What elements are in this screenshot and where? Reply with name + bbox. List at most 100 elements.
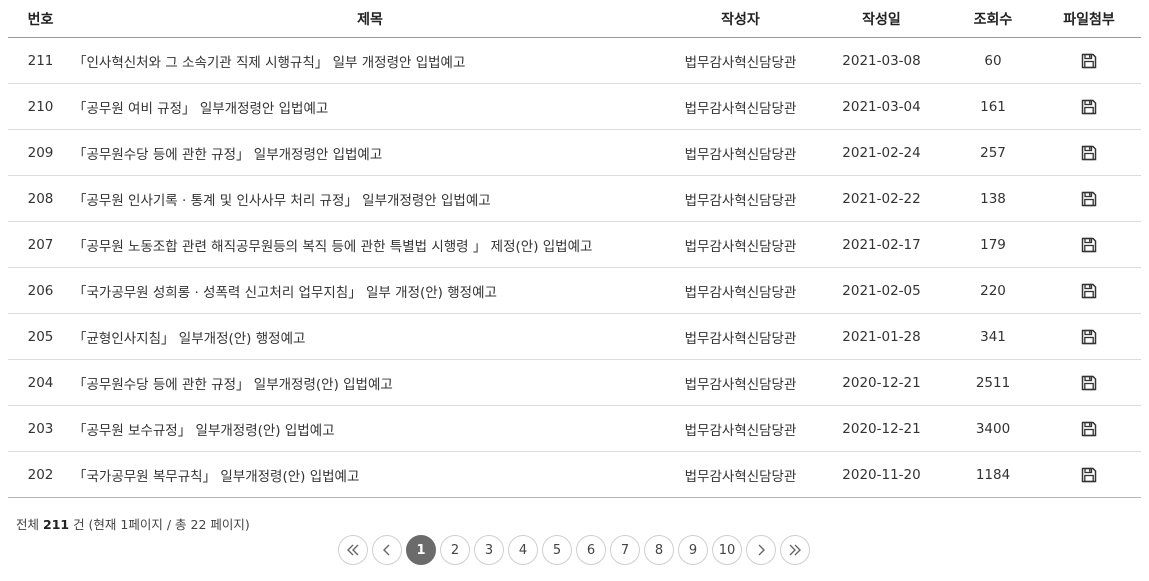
row-views: 341: [949, 313, 1037, 360]
row-date: 2021-02-24: [814, 129, 949, 176]
double-chevron-right-icon: [789, 544, 801, 556]
result-summary: 전체 211 건 (현재 1페이지 / 총 22 페이지): [16, 514, 250, 533]
chevron-left-icon: [383, 544, 390, 556]
post-title-link[interactable]: 「공무원 노동조합 관련 해직공무원등의 복직 등에 관한 특별법 시행령 」 …: [73, 239, 592, 255]
page-button-4[interactable]: 4: [508, 535, 538, 565]
row-views: 220: [949, 267, 1037, 314]
row-attachment: [1037, 405, 1141, 452]
save-disk-icon[interactable]: [1081, 53, 1097, 69]
row-attachment: [1037, 129, 1141, 176]
post-title-link[interactable]: 「공무원수당 등에 관한 규정」 일부개정령안 입법예고: [73, 147, 382, 163]
board-list: 번호 제목 작성자 작성일 조회수 파일첨부 211 「인사혁신처와 그 소속기관…: [8, 0, 1141, 498]
row-number: 207: [8, 221, 73, 268]
table-row: 211 「인사혁신처와 그 소속기관 직제 시행규칙」 일부 개정령안 입법예고 법…: [8, 37, 1141, 84]
header-views: 조회수: [949, 0, 1037, 38]
row-views: 1184: [949, 451, 1037, 498]
row-number: 204: [8, 359, 73, 406]
summary-total: 211: [43, 517, 70, 532]
row-attachment: [1037, 451, 1141, 498]
page-button-1[interactable]: 1: [406, 535, 436, 565]
header-date: 작성일: [814, 0, 949, 38]
save-disk-icon[interactable]: [1081, 329, 1097, 345]
page-button-7[interactable]: 7: [610, 535, 640, 565]
header-title: 제목: [73, 0, 667, 38]
row-number: 211: [8, 37, 73, 84]
next-page-button[interactable]: [746, 535, 776, 565]
post-title-link[interactable]: 「인사혁신처와 그 소속기관 직제 시행규칙」 일부 개정령안 입법예고: [73, 55, 465, 71]
header-attachment: 파일첨부: [1037, 0, 1141, 38]
chevron-right-icon: [758, 544, 765, 556]
table-row: 205 「균형인사지침」 일부개정(안) 행정예고 법무감사혁신담당관 2021-01…: [8, 313, 1141, 360]
row-views: 179: [949, 221, 1037, 268]
table-row: 210 「공무원 여비 규정」 일부개정령안 입법예고 법무감사혁신담당관 2021-…: [8, 83, 1141, 130]
row-date: 2021-01-28: [814, 313, 949, 360]
page-button-10[interactable]: 10: [712, 535, 742, 565]
row-author: 법무감사혁신담당관: [667, 221, 814, 268]
row-attachment: [1037, 221, 1141, 268]
save-disk-icon[interactable]: [1081, 375, 1097, 391]
row-title-cell: 「공무원 여비 규정」 일부개정령안 입법예고: [73, 83, 667, 130]
row-attachment: [1037, 175, 1141, 222]
save-disk-icon[interactable]: [1081, 145, 1097, 161]
row-author: 법무감사혁신담당관: [667, 405, 814, 452]
row-attachment: [1037, 313, 1141, 360]
post-title-link[interactable]: 「공무원 보수규정」 일부개정령(안) 입법예고: [73, 423, 335, 439]
row-views: 138: [949, 175, 1037, 222]
post-table: 번호 제목 작성자 작성일 조회수 파일첨부 211 「인사혁신처와 그 소속기관…: [8, 0, 1141, 498]
row-author: 법무감사혁신담당관: [667, 129, 814, 176]
row-title-cell: 「균형인사지침」 일부개정(안) 행정예고: [73, 313, 667, 360]
table-row: 209 「공무원수당 등에 관한 규정」 일부개정령안 입법예고 법무감사혁신담당관…: [8, 129, 1141, 176]
save-disk-icon[interactable]: [1081, 237, 1097, 253]
row-date: 2020-11-20: [814, 451, 949, 498]
first-page-button[interactable]: [338, 535, 368, 565]
row-date: 2021-02-17: [814, 221, 949, 268]
row-date: 2021-03-08: [814, 37, 949, 84]
row-number: 208: [8, 175, 73, 222]
row-attachment: [1037, 359, 1141, 406]
row-date: 2021-02-22: [814, 175, 949, 222]
page-button-6[interactable]: 6: [576, 535, 606, 565]
row-date: 2021-02-05: [814, 267, 949, 314]
save-disk-icon[interactable]: [1081, 99, 1097, 115]
page-button-8[interactable]: 8: [644, 535, 674, 565]
row-views: 257: [949, 129, 1037, 176]
row-author: 법무감사혁신담당관: [667, 451, 814, 498]
table-row: 208 「공무원 인사기록 · 통계 및 인사사무 처리 규정」 일부개정령안 입…: [8, 175, 1141, 222]
post-title-link[interactable]: 「균형인사지침」 일부개정(안) 행정예고: [73, 331, 305, 347]
row-title-cell: 「공무원 인사기록 · 통계 및 인사사무 처리 규정」 일부개정령안 입법예고: [73, 175, 667, 222]
row-title-cell: 「국가공무원 성희롱 · 성폭력 신고처리 업무지침」 일부 개정(안) 행정예…: [73, 267, 667, 314]
row-title-cell: 「공무원수당 등에 관한 규정」 일부개정령안 입법예고: [73, 129, 667, 176]
row-number: 202: [8, 451, 73, 498]
save-disk-icon[interactable]: [1081, 283, 1097, 299]
row-views: 3400: [949, 405, 1037, 452]
summary-prefix: 전체: [16, 517, 40, 532]
post-title-link[interactable]: 「공무원 인사기록 · 통계 및 인사사무 처리 규정」 일부개정령안 입법예고: [73, 193, 491, 209]
page-button-3[interactable]: 3: [474, 535, 504, 565]
row-number: 205: [8, 313, 73, 360]
row-views: 161: [949, 83, 1037, 130]
prev-page-button[interactable]: [372, 535, 402, 565]
row-attachment: [1037, 83, 1141, 130]
post-title-link[interactable]: 「공무원 여비 규정」 일부개정령안 입법예고: [73, 101, 328, 117]
row-views: 2511: [949, 359, 1037, 406]
post-title-link[interactable]: 「국가공무원 복무규칙」 일부개정령(안) 입법예고: [73, 469, 359, 485]
summary-suffix: 건 (현재 1페이지 / 총 22 페이지): [73, 517, 250, 532]
header-author: 작성자: [667, 0, 814, 38]
row-number: 209: [8, 129, 73, 176]
row-author: 법무감사혁신담당관: [667, 175, 814, 222]
page-button-2[interactable]: 2: [440, 535, 470, 565]
row-author: 법무감사혁신담당관: [667, 359, 814, 406]
save-disk-icon[interactable]: [1081, 467, 1097, 483]
row-date: 2020-12-21: [814, 359, 949, 406]
last-page-button[interactable]: [780, 535, 810, 565]
table-row: 202 「국가공무원 복무규칙」 일부개정령(안) 입법예고 법무감사혁신담당관 20…: [8, 451, 1141, 498]
post-title-link[interactable]: 「공무원수당 등에 관한 규정」 일부개정령(안) 입법예고: [73, 377, 393, 393]
row-author: 법무감사혁신담당관: [667, 83, 814, 130]
post-title-link[interactable]: 「국가공무원 성희롱 · 성폭력 신고처리 업무지침」 일부 개정(안) 행정예…: [73, 285, 497, 301]
table-row: 207 「공무원 노동조합 관련 해직공무원등의 복직 등에 관한 특별법 시행령…: [8, 221, 1141, 268]
save-disk-icon[interactable]: [1081, 191, 1097, 207]
page-button-5[interactable]: 5: [542, 535, 572, 565]
save-disk-icon[interactable]: [1081, 421, 1097, 437]
row-attachment: [1037, 37, 1141, 84]
page-button-9[interactable]: 9: [678, 535, 708, 565]
